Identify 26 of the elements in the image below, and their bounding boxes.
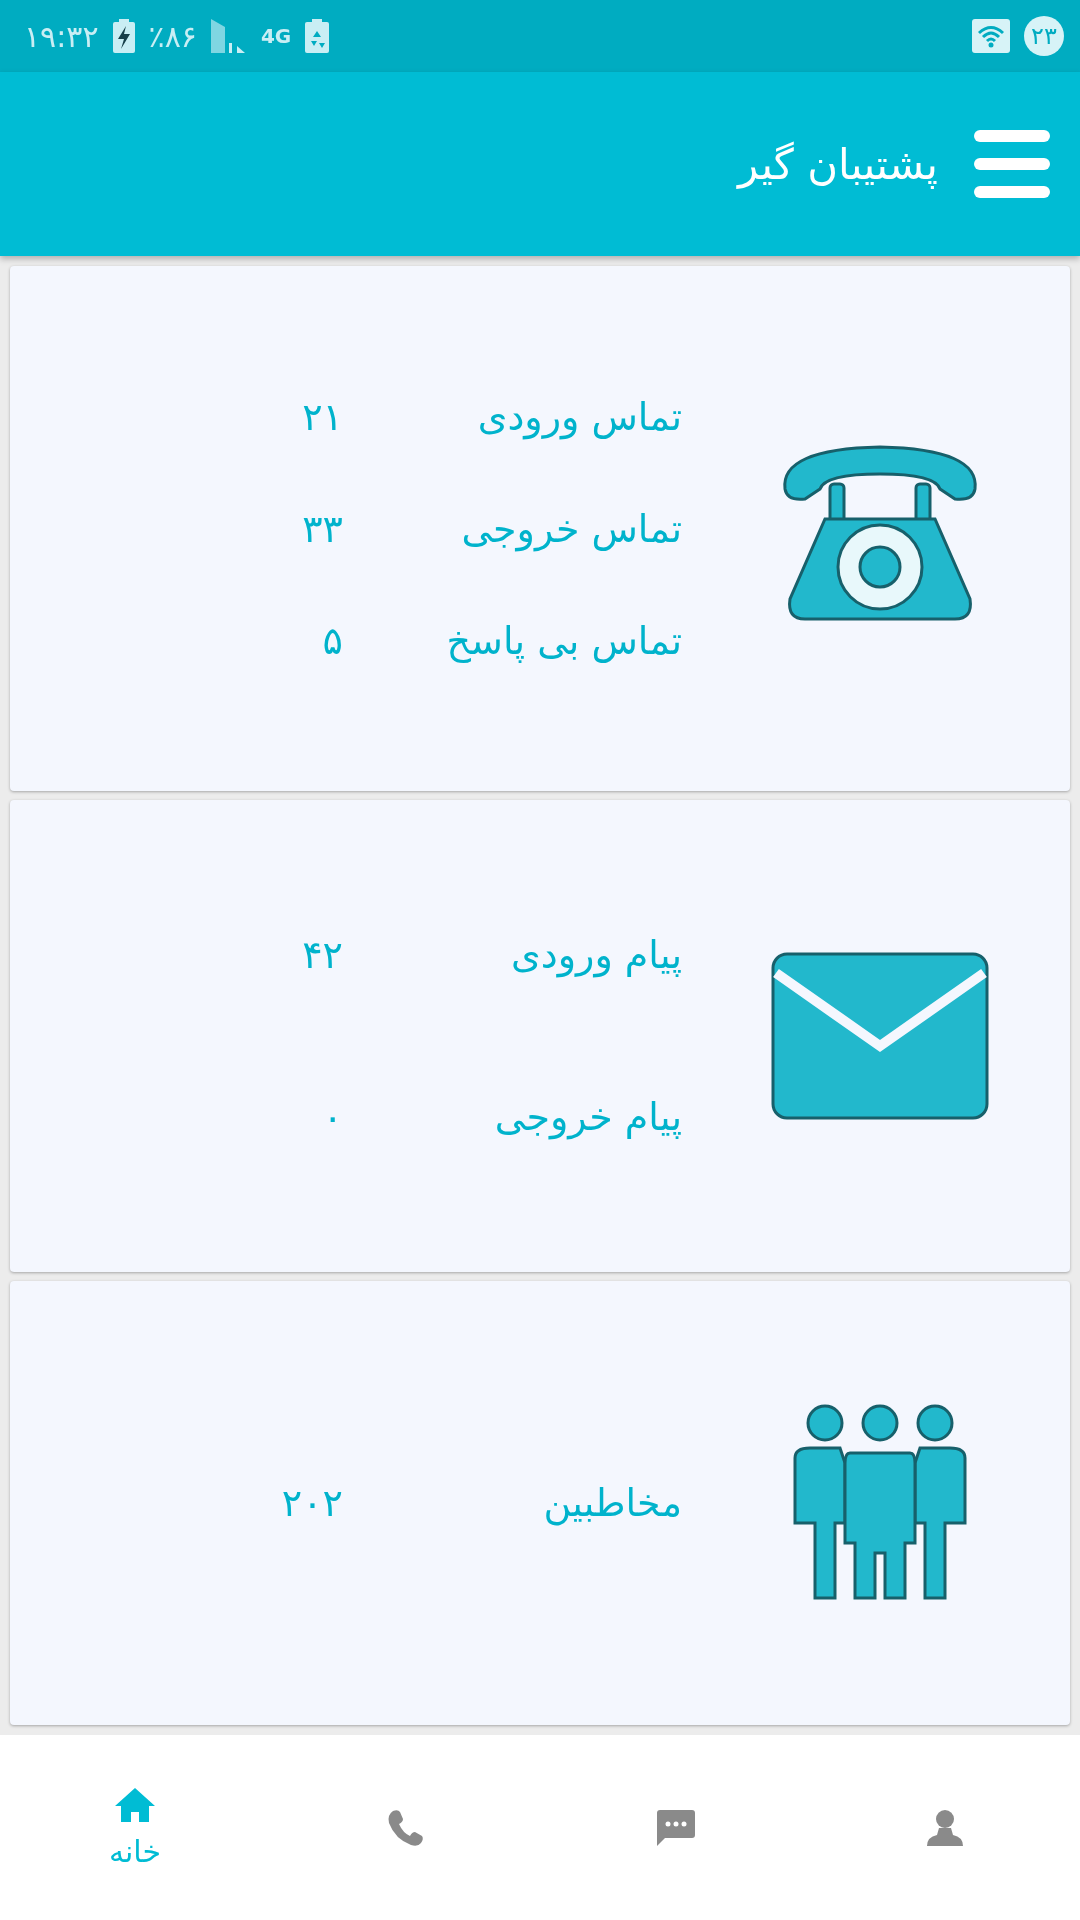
stat-value: ۴۲ — [301, 932, 343, 979]
network-type-text: 4G — [260, 26, 292, 46]
app-title: پشتیبان گیر — [738, 139, 938, 189]
battery-saver-icon — [305, 19, 330, 53]
stat-label: تماس بی پاسخ — [445, 617, 683, 665]
wifi-icon — [972, 19, 1010, 53]
menu-icon — [974, 130, 1050, 198]
stat-label: پیام ورودی — [510, 932, 683, 980]
clock-text: ۱۹:۳۲ — [24, 18, 99, 54]
chat-bubble-icon — [655, 1807, 695, 1848]
stat-label: مخاطبین — [542, 1480, 683, 1528]
notification-badge: ۲۳ — [1024, 16, 1064, 56]
stat-value: ۲۰۲ — [280, 1480, 343, 1527]
stat-label: تماس خروجی — [460, 505, 683, 554]
stat-value: ۰ — [321, 1094, 343, 1141]
stat-value: ۵ — [321, 617, 343, 665]
person-icon — [925, 1807, 965, 1848]
signal-icon — [210, 19, 247, 53]
battery-percent-text: ٪۸۶ — [148, 18, 197, 54]
stat-value: ۲۱ — [301, 393, 343, 441]
menu-button[interactable] — [974, 130, 1050, 198]
stat-value: ۳۳ — [301, 505, 343, 553]
envelope-icon — [770, 951, 990, 1121]
stat-label: پیام خروجی — [493, 1094, 683, 1142]
stat-label: تماس ورودی — [476, 393, 683, 442]
battery-charging-icon — [112, 19, 135, 53]
